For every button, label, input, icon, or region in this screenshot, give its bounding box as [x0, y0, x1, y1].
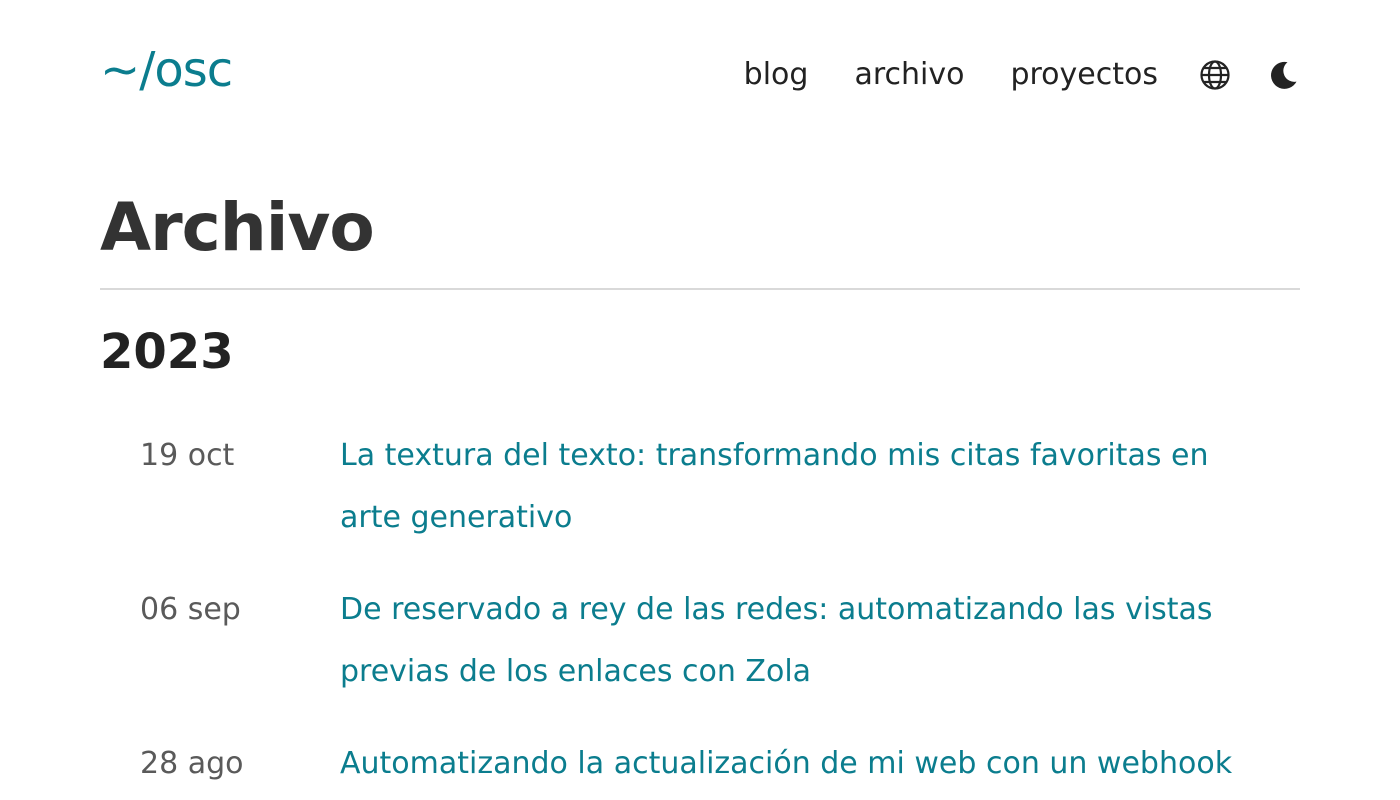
- post-date: 19 oct: [140, 438, 235, 473]
- post-date: 06 sep: [140, 592, 241, 627]
- post-link[interactable]: La textura del texto: transformando mis …: [340, 425, 1270, 549]
- site-logo[interactable]: ~/osc: [100, 38, 233, 102]
- page-title: Archivo: [100, 189, 375, 266]
- nav-link-blog[interactable]: blog: [744, 50, 809, 100]
- nav-link-archive[interactable]: archivo: [854, 50, 964, 100]
- post-date: 28 ago: [140, 746, 244, 781]
- list-item: 28 ago Automatizando la actualización de…: [140, 733, 1270, 795]
- moon-icon[interactable]: [1266, 58, 1300, 92]
- post-list: 19 oct La textura del texto: transforman…: [140, 425, 1270, 800]
- main-nav: blog archivo proyectos: [744, 50, 1300, 100]
- site-header: ~/osc blog archivo proyectos: [100, 32, 1300, 112]
- post-link[interactable]: De reservado a rey de las redes: automat…: [340, 579, 1270, 703]
- nav-link-projects[interactable]: proyectos: [1010, 50, 1158, 100]
- post-link[interactable]: Automatizando la actualización de mi web…: [340, 733, 1270, 795]
- list-item: 19 oct La textura del texto: transforman…: [140, 425, 1270, 549]
- year-heading: 2023: [100, 324, 234, 380]
- list-item: 06 sep De reservado a rey de las redes: …: [140, 579, 1270, 703]
- title-divider: [100, 288, 1300, 290]
- globe-icon[interactable]: [1198, 58, 1232, 92]
